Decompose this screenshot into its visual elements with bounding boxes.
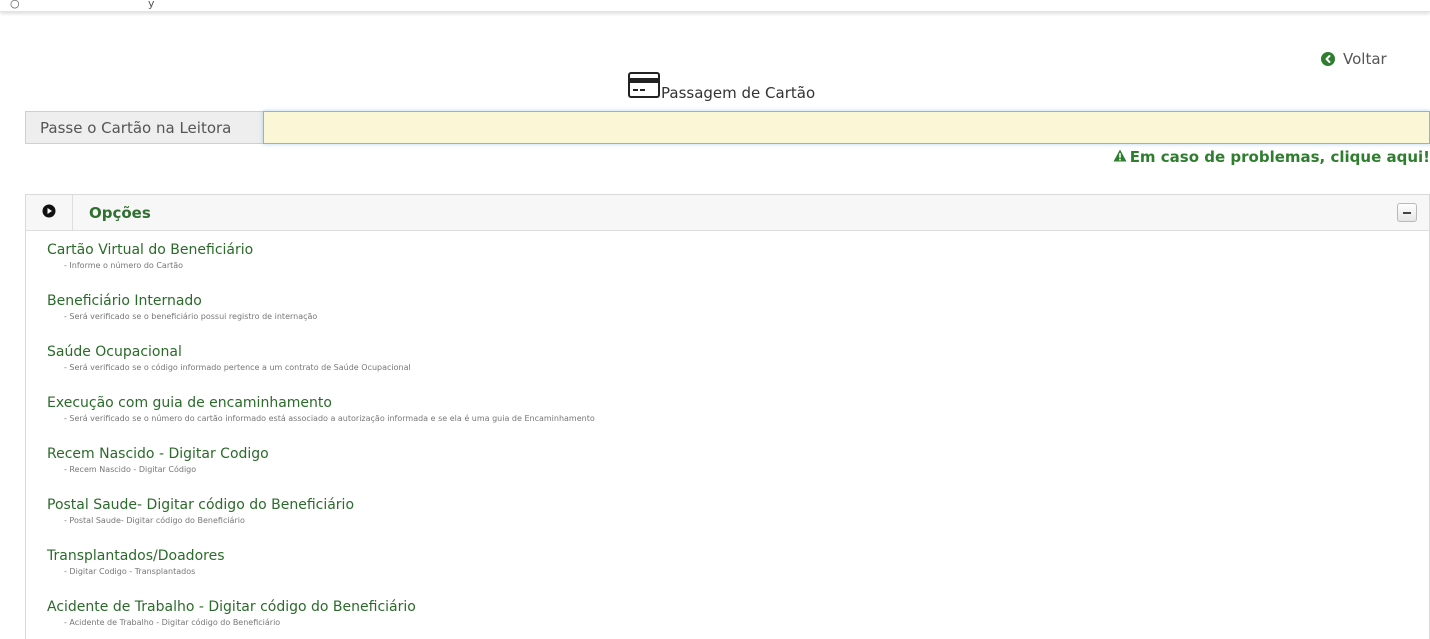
option-title[interactable]: Postal Saude- Digitar código do Benefici… [47, 496, 1429, 514]
navbar-text-fragment: y [148, 0, 155, 10]
back-link[interactable]: Voltar [1321, 50, 1387, 68]
option-description: - Postal Saude- Digitar código do Benefi… [64, 516, 245, 525]
option-description: - Será verificado se o código informado … [64, 363, 411, 372]
back-link-label: Voltar [1343, 50, 1387, 68]
option-title[interactable]: Recem Nascido - Digitar Codigo [47, 445, 1429, 463]
credit-card-icon [628, 72, 660, 102]
option-description: - Recem Nascido - Digitar Código [64, 465, 197, 474]
option-item[interactable]: Saúde Ocupacional - Será verificado se o… [47, 343, 1429, 394]
card-section-title: Passagem de Cartão [628, 72, 815, 102]
option-title[interactable]: Saúde Ocupacional [47, 343, 1429, 361]
options-panel-header: Opções [26, 195, 1429, 231]
option-item[interactable]: Recem Nascido - Digitar Codigo - Recem N… [47, 445, 1429, 496]
card-input-addon: Passe o Cartão na Leitora [25, 111, 263, 144]
options-panel: Opções Cartão Virtual do Beneficiário - … [25, 194, 1430, 639]
option-item[interactable]: Transplantados/Doadores - Digitar Codigo… [47, 547, 1429, 598]
warning-icon [1113, 147, 1127, 166]
options-list: Cartão Virtual do Beneficiário - Informe… [26, 231, 1429, 639]
option-title[interactable]: Beneficiário Internado [47, 292, 1429, 310]
option-description: - Informe o número do Cartão [64, 261, 184, 270]
card-reader-input[interactable] [263, 111, 1430, 144]
minus-icon [1403, 211, 1411, 214]
option-item[interactable]: Beneficiário Internado - Será verificado… [47, 292, 1429, 343]
option-description: - Será verificado se o número do cartão … [64, 414, 595, 423]
help-link-label: Em caso de problemas, clique aqui! [1129, 147, 1430, 166]
option-description: - Digitar Codigo - Transplantados [64, 567, 196, 576]
card-section-label: Passagem de Cartão [661, 84, 816, 102]
option-description: - Acidente de Trabalho - Digitar código … [64, 618, 281, 627]
option-item[interactable]: Execução com guia de encaminhamento - Se… [47, 394, 1429, 445]
top-navbar: ○ y [0, 0, 1430, 12]
option-description: - Será verificado se o beneficiário poss… [64, 312, 318, 321]
option-item[interactable]: Acidente de Trabalho - Digitar código do… [47, 598, 1429, 639]
card-input-group: Passe o Cartão na Leitora [25, 111, 1430, 144]
options-panel-title: Opções [89, 203, 151, 222]
option-item[interactable]: Cartão Virtual do Beneficiário - Informe… [47, 241, 1429, 292]
option-title[interactable]: Acidente de Trabalho - Digitar código do… [47, 598, 1429, 616]
circle-arrow-left-icon [1321, 52, 1335, 66]
options-panel-toggle[interactable] [26, 195, 73, 231]
navbar-icon-fragment: ○ [10, 0, 20, 10]
option-title[interactable]: Execução com guia de encaminhamento [47, 394, 1429, 412]
option-title[interactable]: Cartão Virtual do Beneficiário [47, 241, 1429, 259]
option-title[interactable]: Transplantados/Doadores [47, 547, 1429, 565]
play-circle-icon [42, 203, 56, 222]
option-item[interactable]: Postal Saude- Digitar código do Benefici… [47, 496, 1429, 547]
collapse-button[interactable] [1397, 203, 1417, 222]
help-link[interactable]: Em caso de problemas, clique aqui! [1113, 147, 1430, 166]
